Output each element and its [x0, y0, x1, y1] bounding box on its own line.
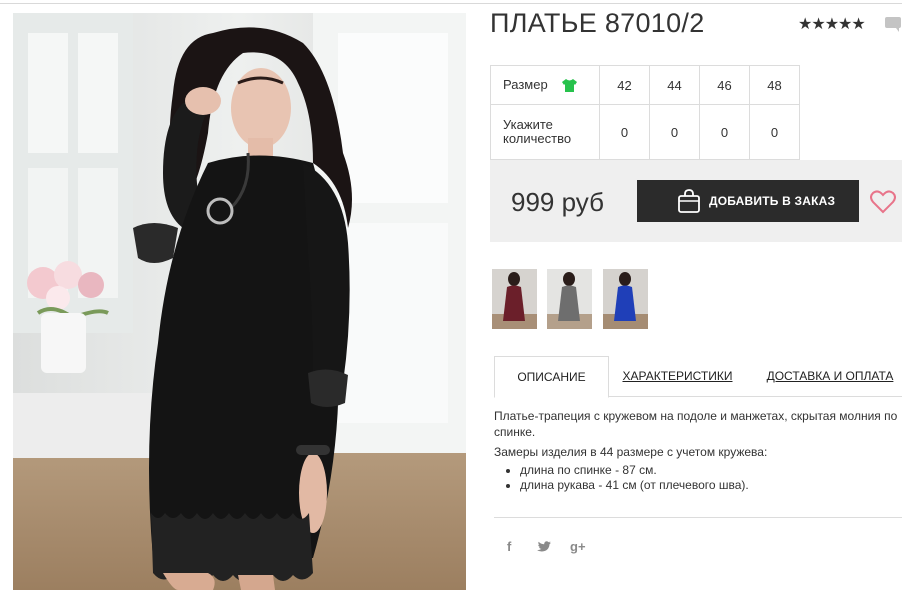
size-option[interactable]: 46: [699, 65, 750, 105]
tab-description[interactable]: ОПИСАНИЕ: [494, 356, 609, 398]
thumbnail-blue[interactable]: [603, 269, 648, 329]
quantity-input[interactable]: 0: [599, 104, 650, 160]
description-divider: [494, 517, 902, 518]
list-item: длина по спинке - 87 см.: [520, 463, 899, 479]
size-option[interactable]: 42: [599, 65, 650, 105]
size-option[interactable]: 48: [749, 65, 800, 105]
product-tabs: ОПИСАНИЕ ХАРАКТЕРИСТИКИ ДОСТАВКА И ОПЛАТ…: [494, 356, 902, 398]
tab-delivery-payment-label: ДОСТАВКА И ОПЛАТА: [766, 369, 894, 383]
size-option[interactable]: 44: [649, 65, 700, 105]
googleplus-icon[interactable]: g+: [570, 539, 586, 554]
description-intro: Платье-трапеция с кружевом на подоле и м…: [494, 409, 898, 439]
measures-title: Замеры изделия в 44 размере с учетом кру…: [494, 445, 768, 459]
tab-characteristics-label: ХАРАКТЕРИСТИКИ: [622, 369, 733, 383]
tshirt-icon[interactable]: [561, 78, 578, 93]
price-panel: 999 руб ДОБАВИТЬ В ЗАКАЗ: [490, 160, 902, 242]
list-item: длина рукава - 41 см (от плечевого шва).: [520, 478, 899, 494]
rating-stars[interactable]: ★★★★★: [798, 14, 866, 34]
tab-characteristics[interactable]: ХАРАКТЕРИСТИКИ: [614, 356, 741, 396]
top-divider: [0, 3, 902, 4]
product-title: ПЛАТЬЕ 87010/2: [490, 8, 705, 38]
shopping-bag-icon: [678, 189, 700, 213]
description-panel: Платье-трапеция с кружевом на подоле и м…: [494, 409, 899, 494]
comment-icon[interactable]: [884, 15, 902, 33]
facebook-icon[interactable]: f: [507, 539, 511, 554]
heart-icon[interactable]: [870, 190, 896, 214]
quantity-input[interactable]: 0: [749, 104, 800, 160]
thumbnail-grey[interactable]: [547, 269, 592, 329]
twitter-icon[interactable]: [537, 541, 551, 553]
tab-delivery-payment[interactable]: ДОСТАВКА И ОПЛАТА: [758, 356, 902, 396]
measures-list: длина по спинке - 87 см. длина рукава - …: [494, 463, 899, 494]
size-label: Размер: [503, 76, 548, 92]
thumbnail-burgundy[interactable]: [492, 269, 537, 329]
quantity-label: Укажите количество: [490, 104, 600, 160]
add-to-order-label: ДОБАВИТЬ В ЗАКАЗ: [709, 194, 836, 208]
tab-description-label: ОПИСАНИЕ: [517, 370, 586, 384]
size-label-cell: Размер: [490, 65, 600, 105]
product-price: 999 руб: [511, 187, 604, 217]
quantity-input[interactable]: 0: [649, 104, 700, 160]
quantity-input[interactable]: 0: [699, 104, 750, 160]
add-to-order-button[interactable]: ДОБАВИТЬ В ЗАКАЗ: [637, 180, 859, 222]
size-table: Размер 42 44 46 48 Укажите количество 0 …: [490, 65, 800, 160]
product-main-image[interactable]: [13, 13, 466, 590]
